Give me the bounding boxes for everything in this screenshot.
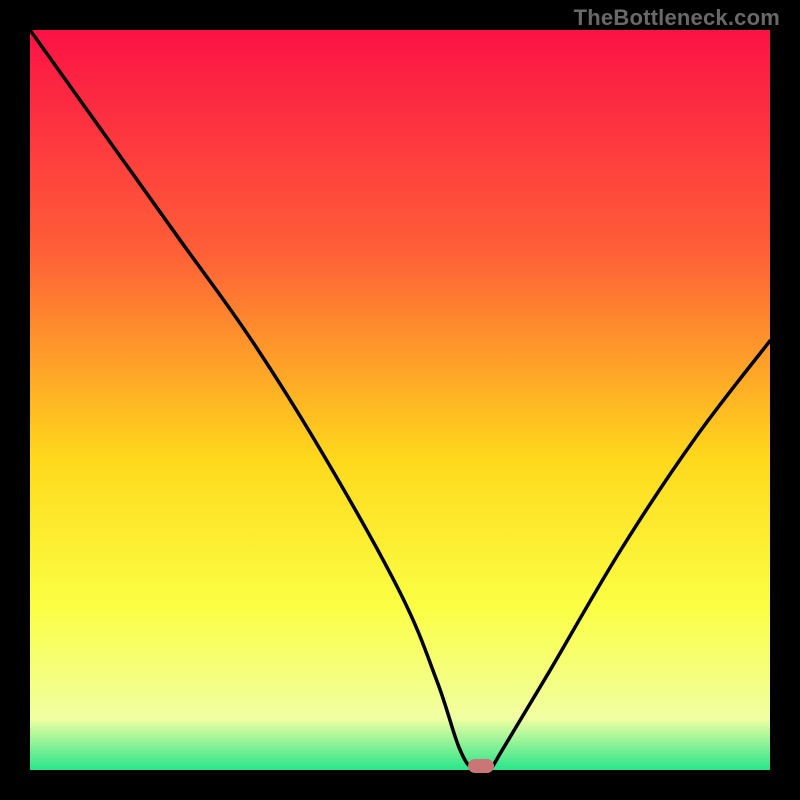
chart-svg <box>30 30 770 770</box>
gradient-background <box>30 30 770 770</box>
chart-frame: TheBottleneck.com <box>0 0 800 800</box>
plot-area <box>30 30 770 770</box>
optimal-point-marker <box>468 759 494 773</box>
watermark-text: TheBottleneck.com <box>574 5 780 31</box>
